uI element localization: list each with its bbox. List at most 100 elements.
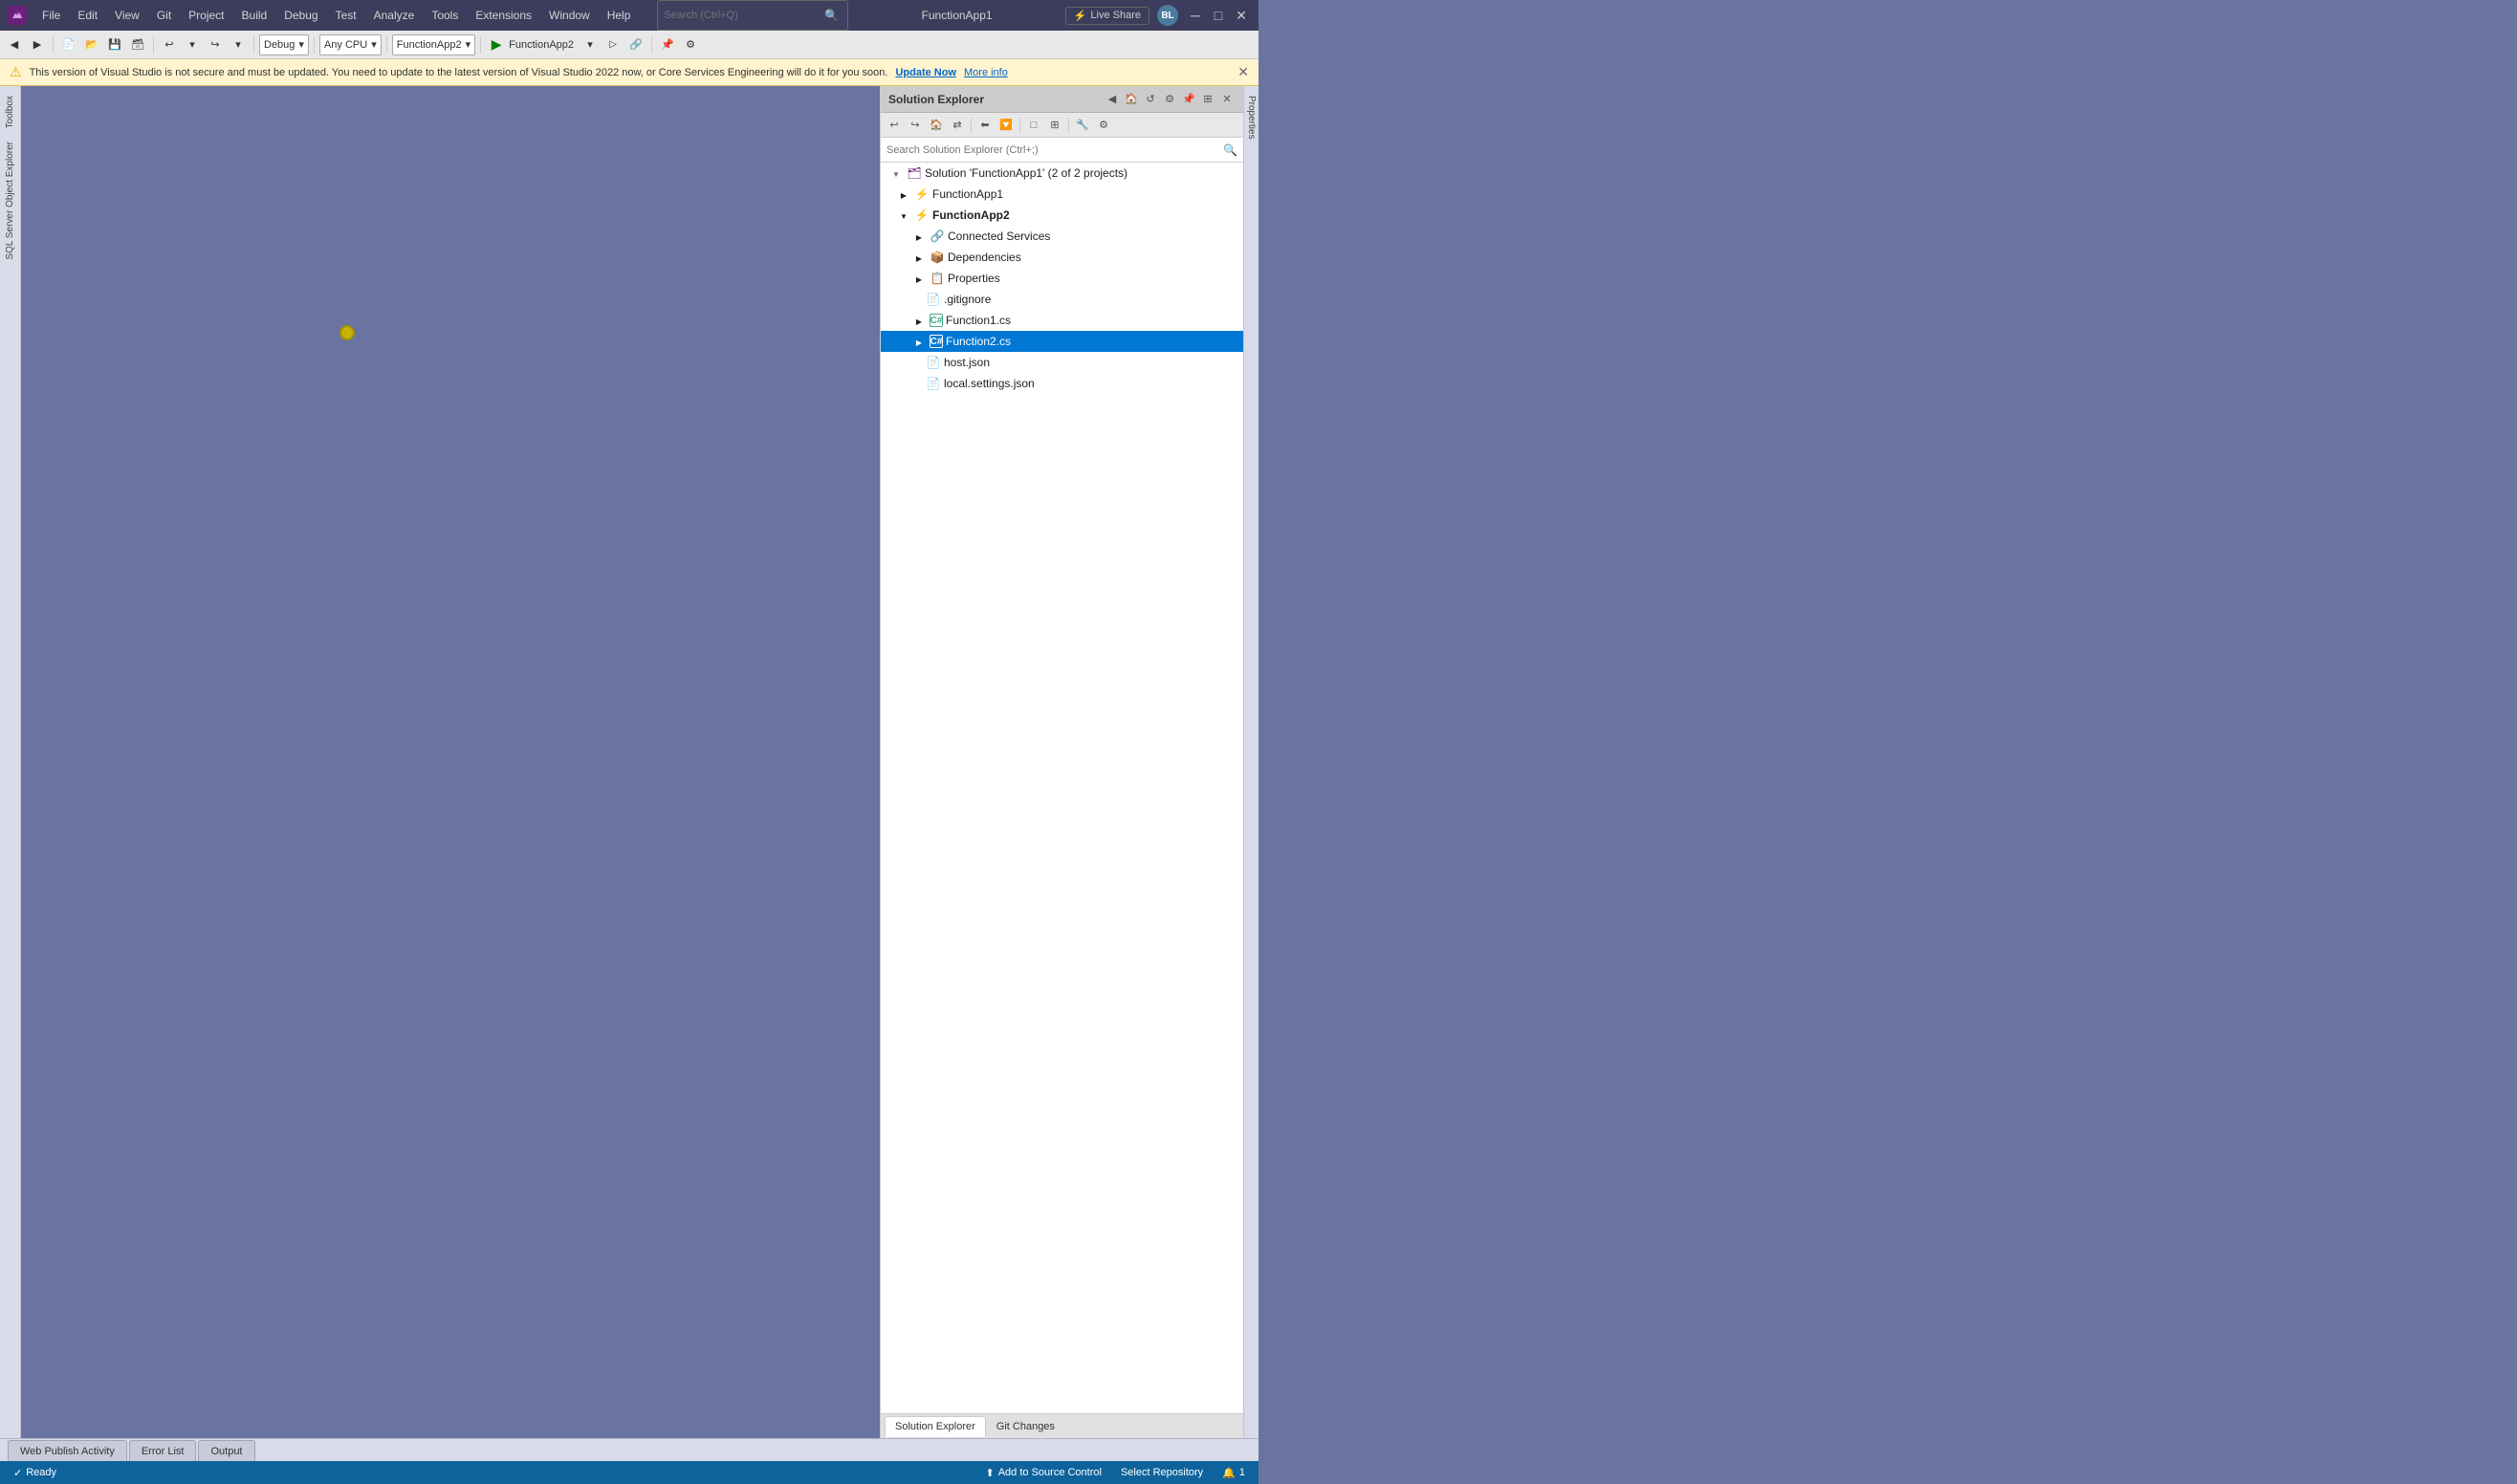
menu-analyze[interactable]: Analyze — [366, 6, 423, 25]
user-avatar[interactable]: BL — [1157, 5, 1178, 26]
title-search-input[interactable] — [664, 10, 817, 21]
se-wrench-btn[interactable]: 🔧 — [1073, 116, 1092, 135]
menu-build[interactable]: Build — [234, 6, 275, 25]
run-dropdown[interactable]: ▾ — [580, 34, 601, 55]
left-sidebar: Toolbox SQL Server Object Explorer — [0, 86, 21, 1438]
maximize-button[interactable]: □ — [1209, 6, 1228, 25]
project-chevron: ▾ — [466, 38, 471, 51]
close-button[interactable]: ✕ — [1232, 6, 1251, 25]
se-redo-btn[interactable]: ↪ — [906, 116, 925, 135]
tree-project1[interactable]: ⚡ FunctionApp1 — [881, 184, 1243, 205]
sql-server-tab[interactable]: SQL Server Object Explorer — [2, 136, 18, 266]
se-settings-btn[interactable]: ⚙ — [1094, 116, 1113, 135]
title-search-box[interactable]: 🔍 — [657, 0, 848, 31]
debug-mode-label: Debug — [264, 39, 295, 51]
open-file-button[interactable]: 📂 — [81, 34, 102, 55]
se-refresh-button[interactable]: ↺ — [1142, 91, 1159, 108]
menu-edit[interactable]: Edit — [70, 6, 105, 25]
run-button[interactable]: ▶ — [486, 34, 507, 55]
vs-logo — [8, 6, 27, 25]
tab-output[interactable]: Output — [198, 1440, 254, 1461]
project-dropdown[interactable]: FunctionApp2 ▾ — [392, 34, 475, 55]
notification-close-button[interactable]: ✕ — [1237, 64, 1249, 80]
live-share-icon: ⚡ — [1074, 10, 1087, 22]
localsettings-spacer — [911, 376, 923, 391]
forward-button[interactable]: ▶ — [27, 34, 48, 55]
menu-test[interactable]: Test — [328, 6, 364, 25]
menu-project[interactable]: Project — [181, 6, 231, 25]
tab-web-publish-activity[interactable]: Web Publish Activity — [8, 1440, 127, 1461]
back-button[interactable]: ◀ — [4, 34, 25, 55]
more-info-link[interactable]: More info — [964, 67, 1008, 78]
menu-file[interactable]: File — [34, 6, 68, 25]
tree-gitignore[interactable]: 📄 .gitignore — [881, 289, 1243, 310]
se-filter-btn[interactable]: ⬅ — [975, 116, 995, 135]
notification-count[interactable]: 🔔 1 — [1216, 1461, 1251, 1484]
se-close-button[interactable]: ✕ — [1218, 91, 1236, 108]
undo-dropdown[interactable]: ▾ — [182, 34, 203, 55]
se-toolbar-sep2 — [1019, 118, 1020, 133]
se-search-bar[interactable]: 🔍 — [881, 138, 1243, 163]
add-to-source-control[interactable]: ⬆ Add to Source Control — [980, 1461, 1107, 1484]
tree-function2[interactable]: C# Function2.cs — [881, 331, 1243, 352]
se-prev-button[interactable]: ◀ — [1104, 91, 1121, 108]
se-collapse-btn[interactable]: □ — [1024, 116, 1043, 135]
menu-debug[interactable]: Debug — [276, 6, 325, 25]
se-tab-git-changes[interactable]: Git Changes — [987, 1416, 1064, 1437]
live-share-button[interactable]: ⚡ Live Share — [1065, 7, 1149, 25]
tree-function1[interactable]: C# Function1.cs — [881, 310, 1243, 331]
se-filter-btn2[interactable]: 🔽 — [996, 116, 1016, 135]
redo-button[interactable]: ↪ — [205, 34, 226, 55]
attach-debugger[interactable]: 🔗 — [625, 34, 646, 55]
se-tree[interactable]: 🗂 Solution 'FunctionApp1' (2 of 2 projec… — [881, 163, 1243, 1413]
menu-extensions[interactable]: Extensions — [468, 6, 539, 25]
platform-dropdown[interactable]: Any CPU ▾ — [319, 34, 382, 55]
start-without-debug[interactable]: ▷ — [602, 34, 624, 55]
undo-button[interactable]: ↩ — [159, 34, 180, 55]
tree-dependencies[interactable]: 📦 Dependencies — [881, 247, 1243, 268]
se-undo-btn[interactable]: ↩ — [885, 116, 904, 135]
save-button[interactable]: 💾 — [104, 34, 125, 55]
settings-button[interactable]: ⚙ — [680, 34, 701, 55]
se-switch-btn[interactable]: ⇄ — [948, 116, 967, 135]
properties-tab[interactable]: Properties — [1243, 90, 1259, 145]
toolbar-sep-6 — [480, 36, 481, 54]
project1-icon: ⚡ — [914, 186, 930, 202]
new-file-button[interactable]: 📄 — [58, 34, 79, 55]
notification-message: This version of Visual Studio is not sec… — [30, 67, 888, 78]
se-tab-solution-explorer[interactable]: Solution Explorer — [885, 1416, 986, 1437]
se-pin-button[interactable]: 📌 — [1180, 91, 1197, 108]
host-json-label: host.json — [944, 356, 990, 369]
save-all-button[interactable]: 🗃 — [127, 34, 148, 55]
redo-dropdown[interactable]: ▾ — [228, 34, 249, 55]
menu-help[interactable]: Help — [600, 6, 639, 25]
menu-tools[interactable]: Tools — [424, 6, 466, 25]
toolbox-tab[interactable]: Toolbox — [2, 90, 18, 134]
update-now-link[interactable]: Update Now — [895, 67, 956, 78]
menu-view[interactable]: View — [107, 6, 147, 25]
se-settings-icon[interactable]: ⚙ — [1161, 91, 1178, 108]
menu-window[interactable]: Window — [541, 6, 598, 25]
se-float-button[interactable]: ⊞ — [1199, 91, 1216, 108]
menu-git[interactable]: Git — [149, 6, 179, 25]
debug-mode-dropdown[interactable]: Debug ▾ — [259, 34, 309, 55]
se-home-button[interactable]: 🏠 — [1123, 91, 1140, 108]
tree-local-settings[interactable]: 📄 local.settings.json — [881, 373, 1243, 394]
gitignore-icon: 📄 — [926, 292, 941, 307]
status-ready[interactable]: ✓ Ready — [8, 1461, 62, 1484]
tab-error-list[interactable]: Error List — [129, 1440, 197, 1461]
minimize-button[interactable]: ─ — [1186, 6, 1205, 25]
select-repository[interactable]: Select Repository — [1115, 1461, 1209, 1484]
editor-area[interactable] — [21, 86, 880, 1438]
tree-host-json[interactable]: 📄 host.json — [881, 352, 1243, 373]
se-home-btn2[interactable]: 🏠 — [927, 116, 946, 135]
tree-solution[interactable]: 🗂 Solution 'FunctionApp1' (2 of 2 projec… — [881, 163, 1243, 184]
pin-button[interactable]: 📌 — [657, 34, 678, 55]
se-search-input[interactable] — [886, 144, 1223, 156]
tree-project2[interactable]: ⚡ FunctionApp2 — [881, 205, 1243, 226]
toolbar-sep-1 — [53, 36, 54, 54]
notification-badge: 1 — [1239, 1467, 1245, 1478]
tree-properties[interactable]: 📋 Properties — [881, 268, 1243, 289]
se-expand-btn[interactable]: ⊞ — [1045, 116, 1064, 135]
tree-connected-services[interactable]: 🔗 Connected Services — [881, 226, 1243, 247]
